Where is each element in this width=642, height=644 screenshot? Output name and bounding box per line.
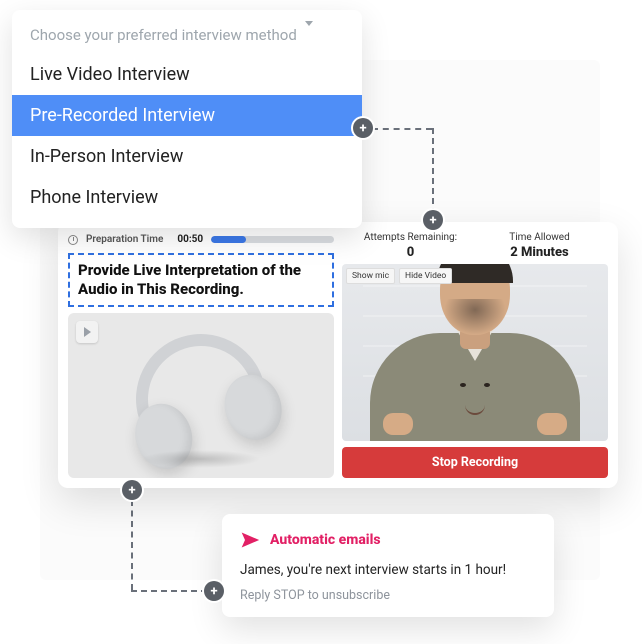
dropdown-option[interactable]: Live Video Interview (12, 54, 362, 95)
stats-row: Attempts Remaining: 0 Time Allowed 2 Min… (342, 232, 608, 264)
candidate-avatar (365, 264, 585, 441)
show-mic-button[interactable]: Show mic (346, 268, 395, 284)
attempts-remaining: Attempts Remaining: 0 (346, 232, 475, 260)
email-title: Automatic emails (270, 532, 381, 548)
clock-icon (68, 235, 78, 245)
hide-video-button[interactable]: Hide Video (399, 268, 452, 284)
dropdown-option[interactable]: Phone Interview (12, 177, 362, 218)
play-button[interactable] (76, 321, 98, 343)
connector-h1 (372, 128, 432, 130)
plus-node-icon: + (204, 581, 224, 601)
prep-time-value: 00:50 (177, 234, 203, 245)
dropdown-placeholder: Choose your preferred interview method (30, 26, 297, 44)
plus-node-icon: + (423, 210, 443, 230)
connector-h2 (131, 590, 207, 592)
email-preview-card: Automatic emails James, you're next inte… (222, 514, 554, 617)
time-allowed-value: 2 Minutes (475, 245, 604, 260)
interview-method-dropdown[interactable]: Choose your preferred interview method L… (12, 10, 362, 228)
time-allowed-label: Time Allowed (475, 232, 604, 243)
media-shadow (141, 450, 261, 468)
audio-media-box[interactable] (68, 313, 334, 479)
dropdown-options: Live Video Interview Pre-Recorded Interv… (12, 50, 362, 222)
attempts-label: Attempts Remaining: (346, 232, 475, 243)
dropdown-placeholder-row[interactable]: Choose your preferred interview method (12, 18, 362, 50)
email-header: Automatic emails (240, 530, 536, 550)
chevron-down-icon (305, 26, 313, 44)
email-footer: Reply STOP to unsubscribe (240, 588, 536, 603)
play-icon (84, 327, 91, 337)
dropdown-option[interactable]: In-Person Interview (12, 136, 362, 177)
question-text: Provide Live Interpretation of the Audio… (68, 253, 334, 307)
panel-left: Preparation Time 00:50 Provide Live Inte… (68, 232, 334, 478)
interview-panel: Preparation Time 00:50 Provide Live Inte… (58, 222, 618, 488)
prep-progress (211, 236, 334, 243)
time-allowed: Time Allowed 2 Minutes (475, 232, 604, 260)
prep-progress-fill (211, 236, 245, 243)
plus-node-icon: + (122, 480, 142, 500)
plus-node-icon: + (353, 118, 373, 138)
dropdown-option[interactable]: Pre-Recorded Interview (12, 95, 362, 136)
stage: + + + + Choose your preferred interview … (0, 0, 642, 644)
stop-recording-button[interactable]: Stop Recording (342, 447, 608, 478)
panel-right: Attempts Remaining: 0 Time Allowed 2 Min… (342, 232, 608, 478)
prep-time-label: Preparation Time (86, 234, 163, 245)
attempts-value: 0 (346, 245, 475, 260)
email-body: James, you're next interview starts in 1… (240, 562, 536, 578)
prep-time-row: Preparation Time 00:50 (68, 234, 334, 245)
connector-v1 (432, 128, 434, 214)
connector-v2 (131, 500, 133, 590)
paper-plane-icon (240, 530, 260, 550)
video-preview: Show mic Hide Video (342, 264, 608, 441)
